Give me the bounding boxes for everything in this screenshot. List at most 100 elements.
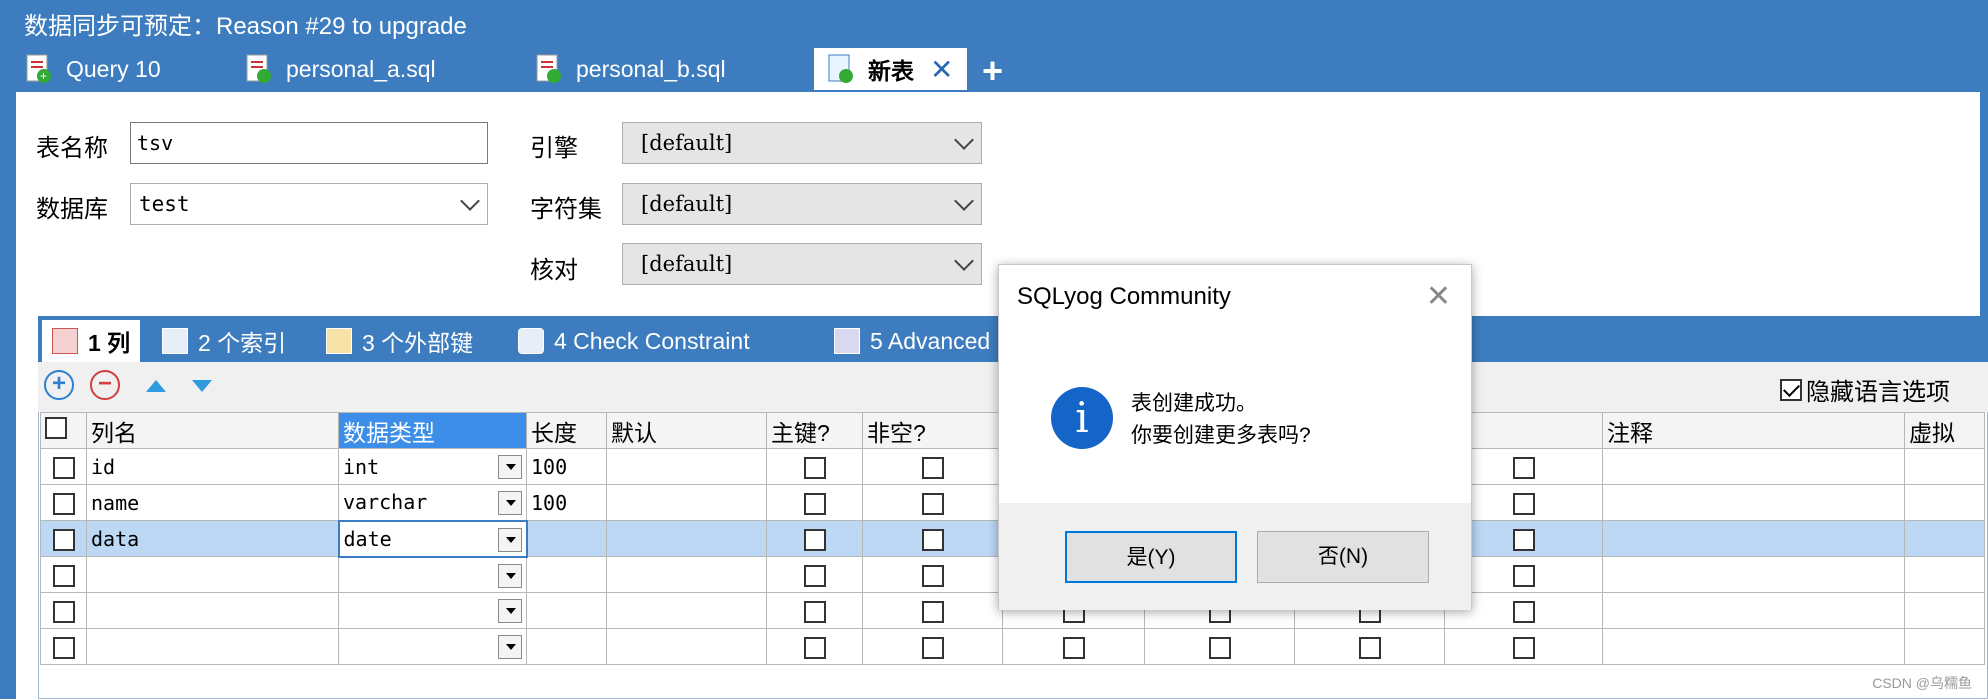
length-cell[interactable]: [526, 520, 607, 557]
header-virtual[interactable]: 虚拟: [1904, 412, 1985, 449]
dropdown-arrow-icon[interactable]: [498, 635, 522, 659]
not-null-checkbox[interactable]: [921, 528, 944, 551]
header-default[interactable]: 默认: [606, 412, 767, 449]
dropdown-arrow-icon[interactable]: [497, 527, 522, 552]
new-checkbox[interactable]: [1512, 528, 1535, 551]
column-name-cell[interactable]: [86, 592, 339, 629]
primary-key-checkbox[interactable]: [803, 456, 826, 479]
collation-select[interactable]: [default]: [622, 243, 982, 285]
header-comment[interactable]: 注释: [1602, 412, 1905, 449]
data-type-cell[interactable]: [338, 556, 527, 593]
new-checkbox[interactable]: [1512, 492, 1535, 515]
tab-indexes[interactable]: 2 个索引: [162, 320, 286, 362]
length-cell[interactable]: [526, 628, 607, 665]
column-name-cell[interactable]: id: [86, 448, 339, 485]
yes-button[interactable]: 是(Y): [1065, 531, 1237, 583]
option-checkbox[interactable]: [1062, 636, 1085, 659]
tab-check-constraint[interactable]: 4 Check Constraint: [518, 320, 750, 362]
default-cell[interactable]: [606, 484, 767, 521]
tab-advanced[interactable]: 5 Advanced: [834, 320, 990, 362]
default-cell[interactable]: [606, 448, 767, 485]
data-type-cell[interactable]: date: [337, 519, 528, 558]
dropdown-arrow-icon[interactable]: [498, 455, 522, 479]
engine-select[interactable]: [default]: [622, 122, 982, 164]
header-column-name[interactable]: 列名: [86, 412, 339, 449]
comment-cell[interactable]: [1602, 448, 1905, 485]
not-null-checkbox[interactable]: [921, 564, 944, 587]
default-cell[interactable]: [606, 556, 767, 593]
row-checkbox[interactable]: [52, 492, 75, 515]
virtual-cell[interactable]: [1904, 520, 1985, 557]
row-checkbox[interactable]: [52, 528, 75, 551]
data-type-cell[interactable]: [338, 628, 527, 665]
dropdown-arrow-icon[interactable]: [498, 491, 522, 515]
header-data-type[interactable]: 数据类型: [338, 412, 527, 449]
new-checkbox[interactable]: [1512, 564, 1535, 587]
tab-query-10[interactable]: + Query 10: [26, 48, 161, 90]
primary-key-checkbox[interactable]: [803, 600, 826, 623]
comment-cell[interactable]: [1602, 484, 1905, 521]
data-type-cell[interactable]: [338, 592, 527, 629]
length-cell[interactable]: [526, 556, 607, 593]
not-null-checkbox[interactable]: [921, 492, 944, 515]
no-button[interactable]: 否(N): [1257, 531, 1429, 583]
comment-cell[interactable]: [1602, 628, 1905, 665]
move-down-button[interactable]: [192, 380, 212, 392]
option-checkbox[interactable]: [1358, 636, 1381, 659]
remove-column-button[interactable]: −: [90, 370, 120, 400]
column-name-cell[interactable]: [86, 628, 339, 665]
dropdown-arrow-icon[interactable]: [498, 563, 522, 588]
not-null-checkbox[interactable]: [921, 600, 944, 623]
column-name-cell[interactable]: data: [86, 520, 339, 557]
comment-cell[interactable]: [1602, 556, 1905, 593]
tab-personal-a[interactable]: personal_a.sql: [246, 48, 436, 90]
new-checkbox[interactable]: [1512, 600, 1535, 623]
close-tab-icon[interactable]: ✕: [930, 53, 953, 86]
default-cell[interactable]: [606, 592, 767, 629]
length-cell[interactable]: 100: [526, 484, 607, 521]
hide-language-options[interactable]: 隐藏语言选项: [1780, 372, 1950, 407]
header-length[interactable]: 长度: [526, 412, 607, 449]
column-name-cell[interactable]: name: [86, 484, 339, 521]
database-select[interactable]: test: [130, 183, 488, 225]
virtual-cell[interactable]: [1904, 448, 1985, 485]
row-checkbox[interactable]: [52, 564, 75, 587]
table-name-input[interactable]: [130, 122, 488, 164]
not-null-checkbox[interactable]: [921, 636, 944, 659]
row-checkbox[interactable]: [52, 456, 75, 479]
virtual-cell[interactable]: [1904, 628, 1985, 665]
dropdown-arrow-icon[interactable]: [498, 599, 522, 623]
tab-personal-b[interactable]: personal_b.sql: [536, 48, 726, 90]
row-checkbox[interactable]: [52, 600, 75, 623]
new-checkbox[interactable]: [1512, 636, 1535, 659]
tab-columns[interactable]: 1 列: [42, 320, 141, 362]
default-cell[interactable]: [606, 520, 767, 557]
virtual-cell[interactable]: [1904, 592, 1985, 629]
primary-key-checkbox[interactable]: [803, 492, 826, 515]
comment-cell[interactable]: [1602, 592, 1905, 629]
column-name-cell[interactable]: [86, 556, 339, 593]
virtual-cell[interactable]: [1904, 484, 1985, 521]
table-row[interactable]: [40, 628, 1985, 665]
primary-key-checkbox[interactable]: [803, 564, 826, 587]
row-checkbox[interactable]: [52, 636, 75, 659]
length-cell[interactable]: 100: [526, 448, 607, 485]
tab-new-table[interactable]: 新表 ✕: [814, 48, 968, 90]
select-all-cell[interactable]: [40, 412, 87, 449]
header-not-null[interactable]: 非空?: [862, 412, 1003, 449]
charset-select[interactable]: [default]: [622, 183, 982, 225]
select-all-checkbox[interactable]: [45, 416, 67, 439]
new-tab-button[interactable]: +: [982, 50, 1003, 92]
length-cell[interactable]: [526, 592, 607, 629]
hide-language-checkbox[interactable]: [1780, 378, 1802, 401]
tab-foreign-keys[interactable]: 3 个外部键: [326, 320, 473, 362]
add-column-button[interactable]: +: [44, 370, 74, 400]
move-up-button[interactable]: [146, 380, 166, 392]
comment-cell[interactable]: [1602, 520, 1905, 557]
primary-key-checkbox[interactable]: [803, 528, 826, 551]
option-checkbox[interactable]: [1208, 636, 1231, 659]
close-icon[interactable]: ✕: [1426, 279, 1451, 314]
default-cell[interactable]: [606, 628, 767, 665]
virtual-cell[interactable]: [1904, 556, 1985, 593]
primary-key-checkbox[interactable]: [803, 636, 826, 659]
